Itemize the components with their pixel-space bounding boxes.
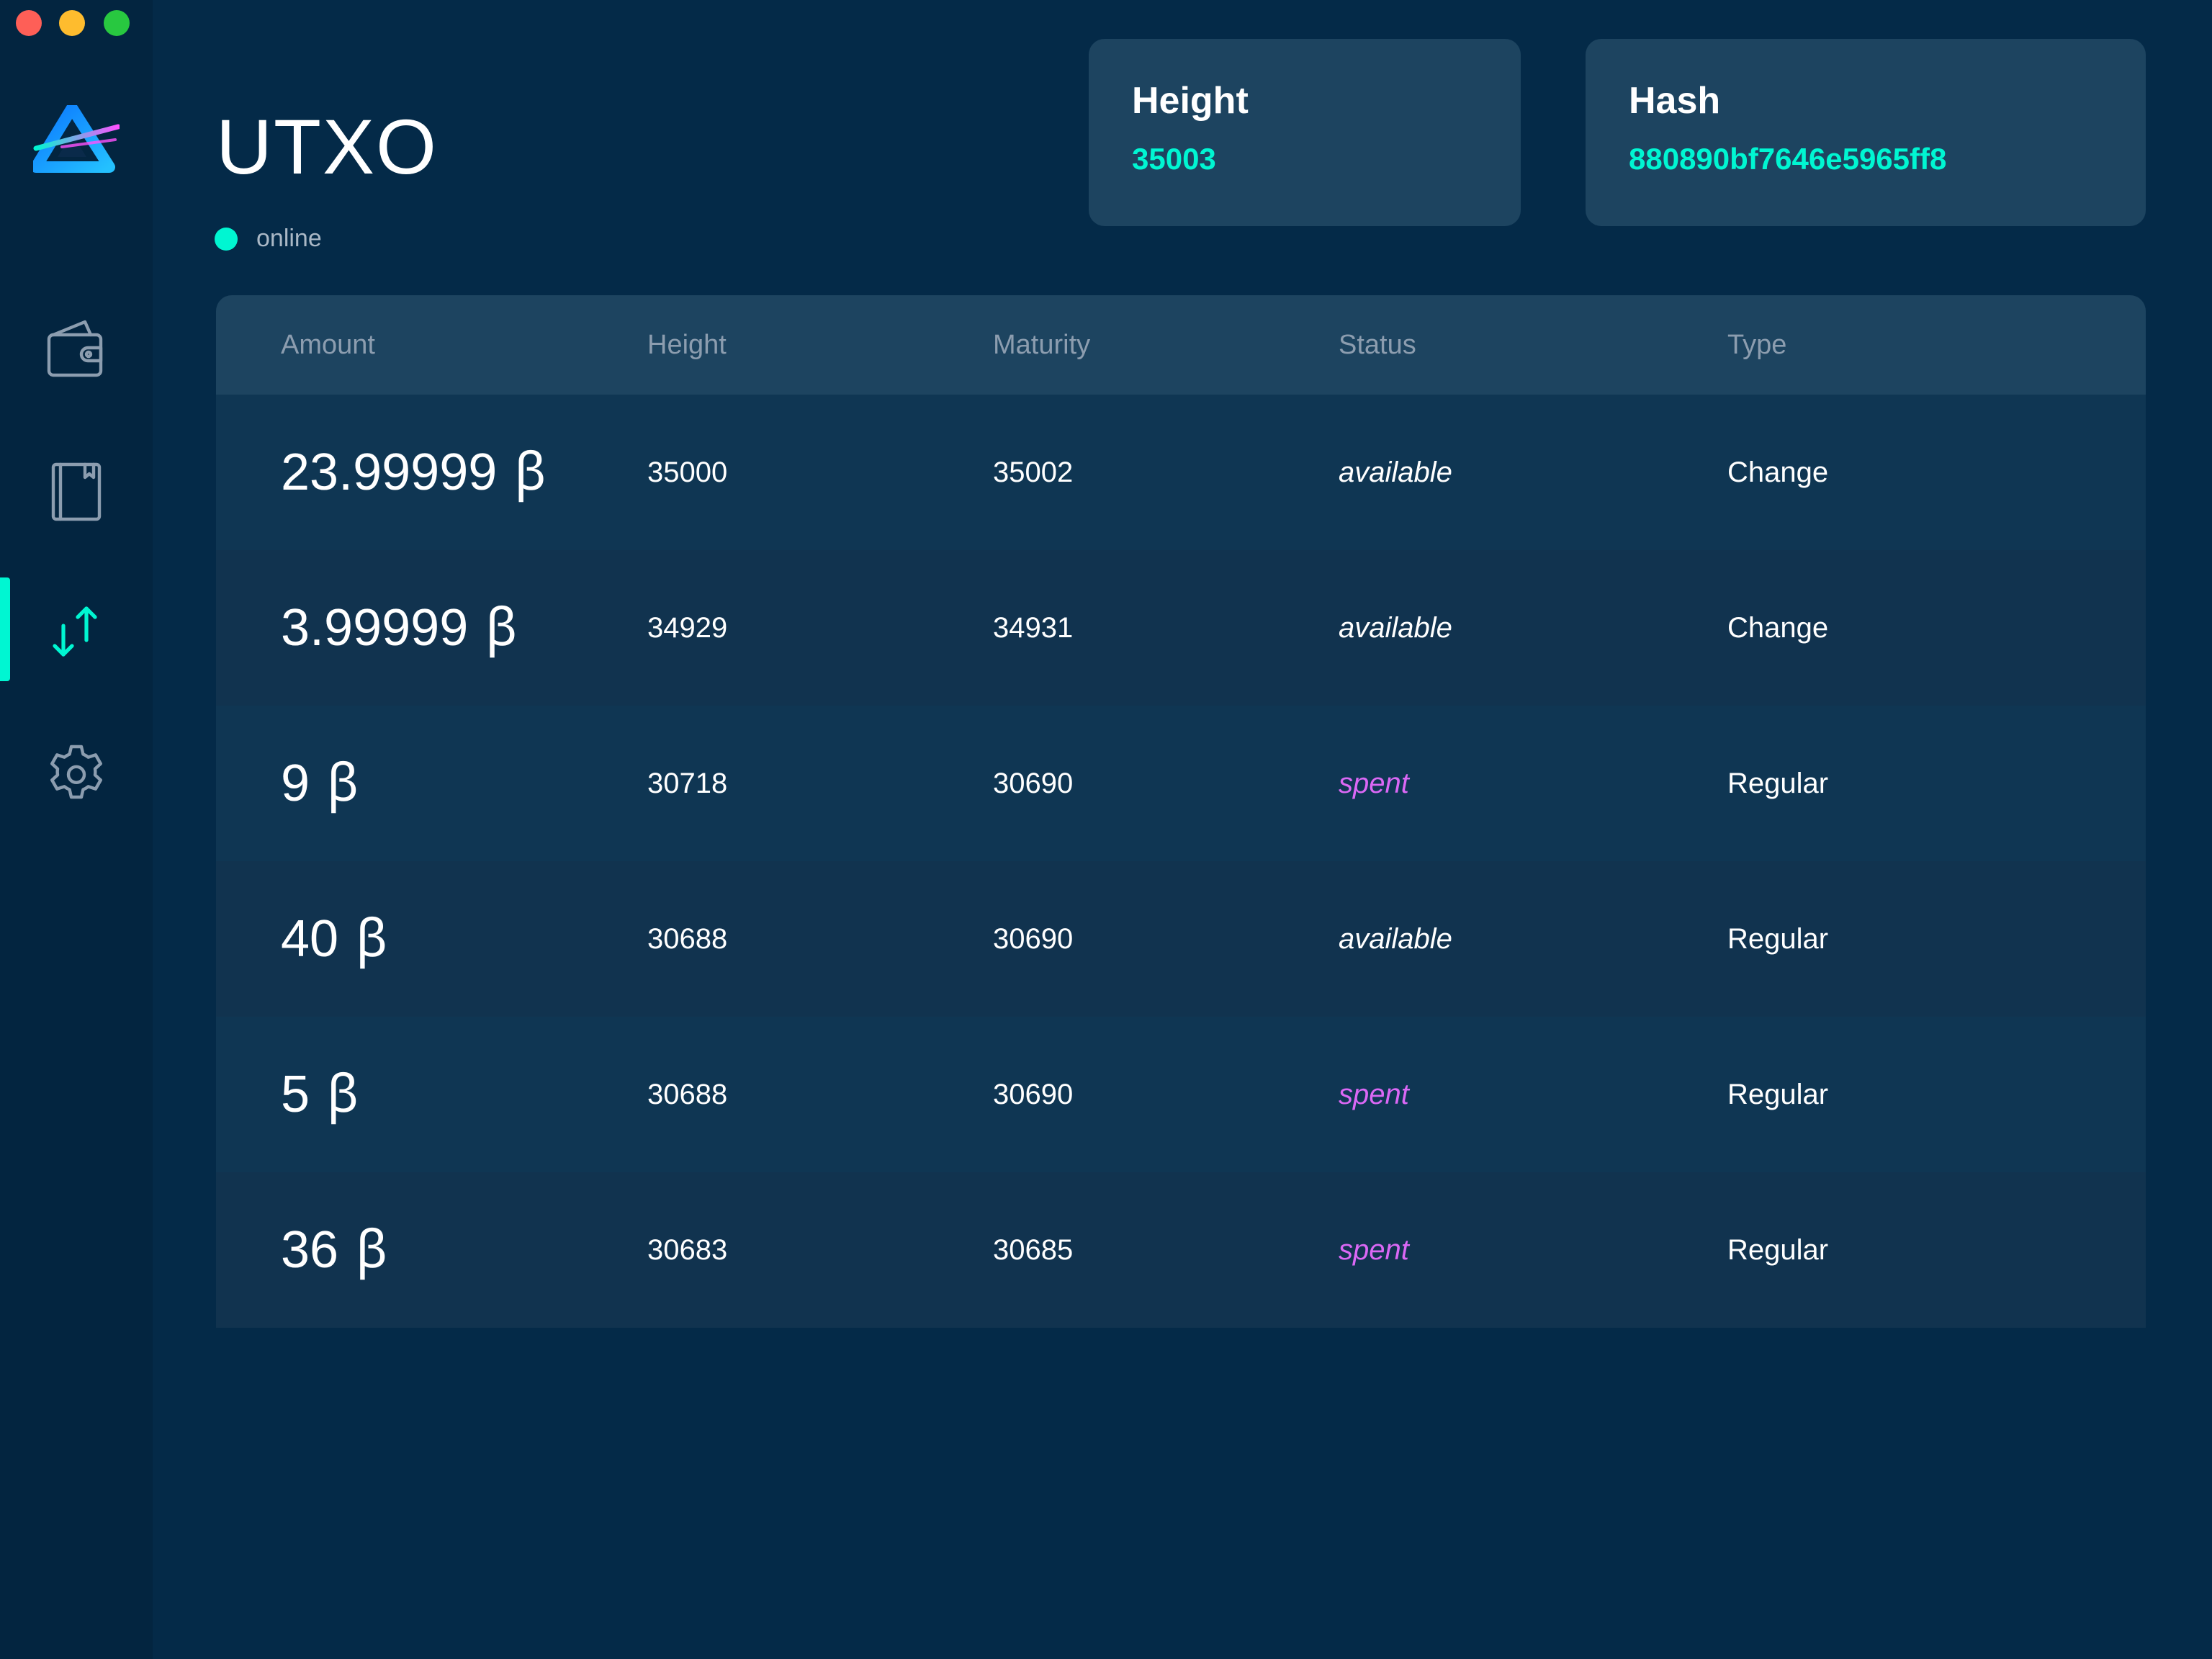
height-card: Height 35003 xyxy=(1089,39,1521,226)
beam-logo-icon xyxy=(33,105,120,173)
status-cell: available xyxy=(1339,612,1452,644)
utxo-table: Amount Height Maturity Status Type 23.99… xyxy=(216,295,2146,1328)
beam-currency-icon: ꞵ xyxy=(327,1066,360,1123)
amount-cell: 40 ꞵ xyxy=(281,910,389,968)
amount-cell: 36 ꞵ xyxy=(281,1221,389,1279)
status-cell: spent xyxy=(1339,1079,1409,1110)
sidebar-item-addresses[interactable] xyxy=(0,436,153,544)
hash-card: Hash 880890bf7646e5965ff8 xyxy=(1586,39,2146,226)
status-cell: spent xyxy=(1339,768,1409,799)
gear-icon xyxy=(50,745,102,799)
page-title: UTXO xyxy=(216,103,439,190)
type-cell: Regular xyxy=(1727,1234,1829,1266)
amount-cell: 9ꞵ xyxy=(281,755,360,812)
table-row[interactable]: 9ꞵ 30718 30690 spent Regular xyxy=(216,706,2146,861)
table-row[interactable]: 5ꞵ 30688 30690 spent Regular xyxy=(216,1017,2146,1172)
beam-currency-icon: ꞵ xyxy=(485,599,518,657)
amount-cell: 3.99999 ꞵ xyxy=(281,599,518,657)
beam-currency-icon: ꞵ xyxy=(356,910,389,968)
status-cell: available xyxy=(1339,457,1452,488)
table-row[interactable]: 3.99999 ꞵ 34929 34931 available Change xyxy=(216,550,2146,706)
height-cell: 30683 xyxy=(647,1234,728,1266)
sidebar xyxy=(0,0,153,1659)
wallet-icon xyxy=(47,320,103,377)
amount-cell: 5ꞵ xyxy=(281,1066,360,1123)
height-card-label: Height xyxy=(1132,80,1249,122)
sidebar-item-settings[interactable] xyxy=(0,720,153,828)
beam-currency-icon: ꞵ xyxy=(356,1221,389,1279)
notebook-icon xyxy=(51,462,102,521)
window-minimize-button[interactable] xyxy=(59,10,85,36)
table-row[interactable]: 40 ꞵ 30688 30690 available Regular xyxy=(216,861,2146,1017)
connection-status: online xyxy=(215,225,322,253)
type-cell: Regular xyxy=(1727,1079,1829,1110)
height-cell: 34929 xyxy=(647,612,728,644)
sidebar-item-utxo[interactable] xyxy=(0,577,153,685)
column-header-status[interactable]: Status xyxy=(1339,295,1416,395)
height-cell: 35000 xyxy=(647,457,728,488)
beam-currency-icon: ꞵ xyxy=(514,444,547,501)
status-indicator-icon xyxy=(215,227,238,251)
height-cell: 30718 xyxy=(647,768,728,799)
window-close-button[interactable] xyxy=(16,10,42,36)
column-header-maturity[interactable]: Maturity xyxy=(993,295,1090,395)
hash-card-value: 880890bf7646e5965ff8 xyxy=(1629,142,1947,176)
maturity-cell: 35002 xyxy=(993,457,1074,488)
status-cell: spent xyxy=(1339,1234,1409,1266)
window-zoom-button[interactable] xyxy=(104,10,130,36)
hash-card-label: Hash xyxy=(1629,80,1721,122)
beam-currency-icon: ꞵ xyxy=(327,755,360,812)
type-cell: Change xyxy=(1727,457,1829,488)
maturity-cell: 34931 xyxy=(993,612,1074,644)
table-header: Amount Height Maturity Status Type xyxy=(216,295,2146,395)
status-text: online xyxy=(256,225,322,252)
status-cell: available xyxy=(1339,923,1452,955)
height-card-value: 35003 xyxy=(1132,142,1216,176)
amount-cell: 23.99999 ꞵ xyxy=(281,444,547,501)
column-header-amount[interactable]: Amount xyxy=(281,295,375,395)
column-header-type[interactable]: Type xyxy=(1727,295,1786,395)
table-row[interactable]: 36 ꞵ 30683 30685 spent Regular xyxy=(216,1172,2146,1328)
maturity-cell: 30690 xyxy=(993,1079,1074,1110)
maturity-cell: 30685 xyxy=(993,1234,1074,1266)
type-cell: Regular xyxy=(1727,768,1829,799)
maturity-cell: 30690 xyxy=(993,923,1074,955)
height-cell: 30688 xyxy=(647,1079,728,1110)
column-header-height[interactable]: Height xyxy=(647,295,727,395)
type-cell: Regular xyxy=(1727,923,1829,955)
sidebar-item-wallet[interactable] xyxy=(0,295,153,403)
arrows-updown-icon xyxy=(53,606,97,657)
maturity-cell: 30690 xyxy=(993,768,1074,799)
type-cell: Change xyxy=(1727,612,1829,644)
height-cell: 30688 xyxy=(647,923,728,955)
table-row[interactable]: 23.99999 ꞵ 35000 35002 available Change xyxy=(216,395,2146,550)
